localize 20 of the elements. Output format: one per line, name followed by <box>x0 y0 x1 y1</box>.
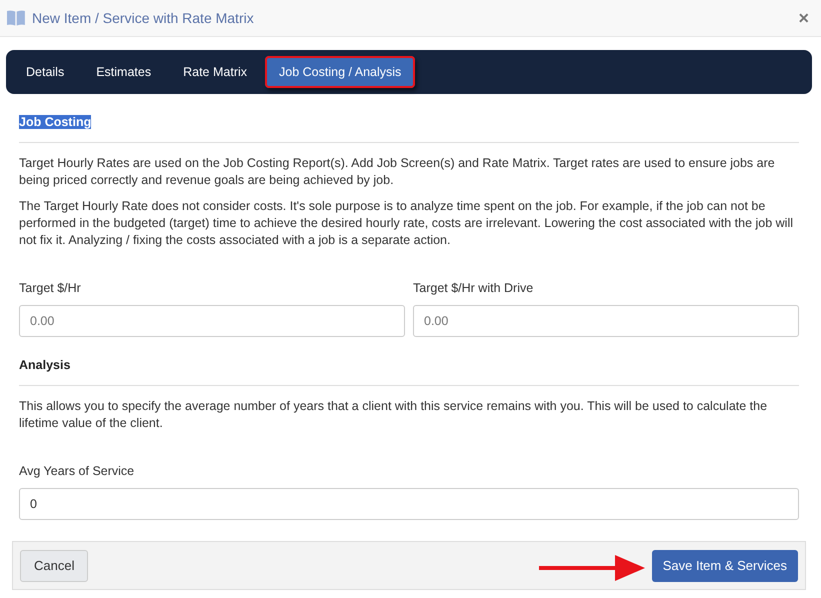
section-heading: Job Costing <box>19 115 92 129</box>
description-text: This allows you to specify the average number of years that a client with this service remains with you. This will be used to calculate the lifetime value of the client. <box>19 398 768 432</box>
input-field[interactable]: 0 <box>19 488 799 520</box>
cancel-button[interactable]: Cancel <box>20 550 88 582</box>
field-label: Target $/Hr <box>19 281 82 295</box>
tab[interactable]: Estimates <box>82 56 166 88</box>
tab[interactable]: Details <box>12 56 78 88</box>
book-icon <box>6 10 26 26</box>
input-field[interactable]: 0.00 <box>19 305 405 337</box>
tab[interactable]: Job Costing / Analysis <box>265 56 416 88</box>
field-label: Avg Years of Service <box>19 464 136 478</box>
description-text: Target Hourly Rates are used on the Job Costing Report(s). Add Job Screen(s) and Rate Matrix. Target rates are used to ensure jobs are being priced correctly and revenue goals are being achieved by job. <box>19 155 776 189</box>
close-button[interactable]: × <box>794 9 813 27</box>
section-heading: Analysis <box>19 358 70 372</box>
description-text: The Target Hourly Rate does not consider costs. It's sole purpose is to analyze time spent on the job. For example, if the job can not be performed in the budgeted (target) time to achieve the desired hourly rate, costs are irrelevant. Lowering the cost associated with the job will not fix it. Analyzing / fixing the costs associated with a job is a separate action. <box>19 198 794 249</box>
window-title: New Item / Service with Rate Matrix <box>32 10 255 26</box>
input-field[interactable]: 0.00 <box>413 305 799 337</box>
tab[interactable]: Rate Matrix <box>169 56 262 88</box>
field-label: Target $/Hr with Drive <box>413 281 534 295</box>
save-button[interactable]: Save Item & Services <box>652 550 798 582</box>
